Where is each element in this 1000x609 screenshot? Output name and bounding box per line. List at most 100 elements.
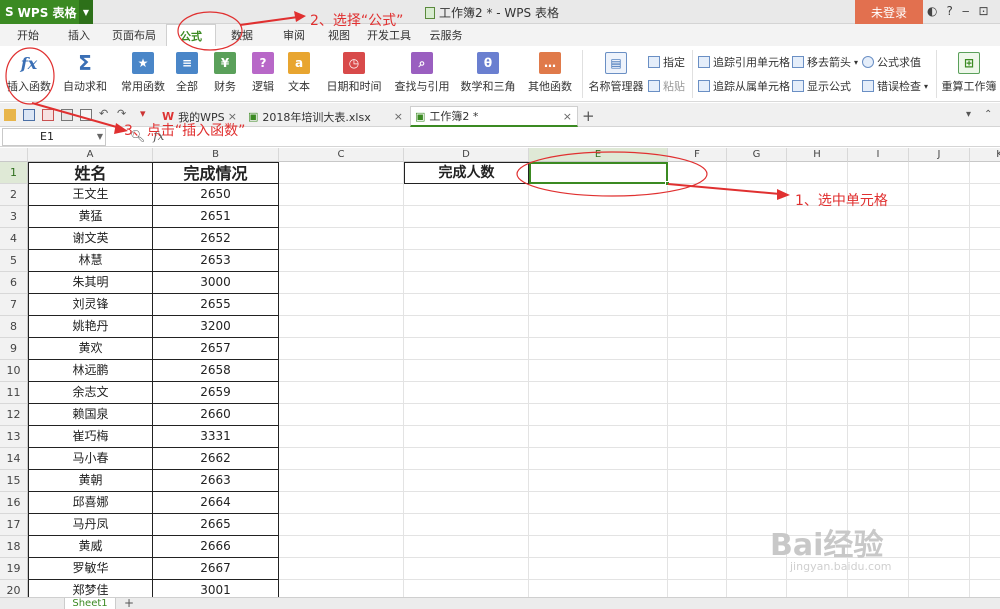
cell[interactable]	[848, 316, 909, 338]
cell[interactable]	[909, 382, 970, 404]
cell[interactable]	[787, 470, 848, 492]
value-cell[interactable]: 2658	[153, 360, 279, 382]
column-header-i[interactable]: I	[848, 148, 909, 162]
value-cell[interactable]: 2662	[153, 448, 279, 470]
name-cell[interactable]: 邱喜娜	[28, 492, 153, 514]
cell[interactable]	[404, 228, 529, 250]
cell[interactable]	[727, 382, 787, 404]
error-check-button[interactable]: 错误检查 ▾	[862, 78, 928, 94]
define-name-button[interactable]: 指定	[648, 54, 685, 70]
name-cell[interactable]: 罗敏华	[28, 558, 153, 580]
value-cell[interactable]: 2666	[153, 536, 279, 558]
cell[interactable]	[279, 162, 404, 184]
cell[interactable]	[279, 426, 404, 448]
cell[interactable]	[787, 162, 848, 184]
column-header-g[interactable]: G	[727, 148, 787, 162]
cell[interactable]	[787, 272, 848, 294]
cell[interactable]	[529, 316, 668, 338]
row-header-15[interactable]: 15	[0, 470, 28, 492]
paste-name-button[interactable]: 粘贴	[648, 78, 685, 94]
recalc-button[interactable]: ⊞ 重算工作簿	[940, 46, 998, 102]
cell[interactable]	[909, 470, 970, 492]
cell[interactable]	[909, 272, 970, 294]
cell[interactable]	[727, 470, 787, 492]
cell[interactable]	[668, 162, 727, 184]
cell[interactable]	[529, 558, 668, 580]
cell[interactable]	[909, 228, 970, 250]
cell[interactable]	[668, 514, 727, 536]
cell[interactable]	[970, 492, 1000, 514]
value-cell[interactable]: 3000	[153, 272, 279, 294]
cell[interactable]	[909, 536, 970, 558]
cell[interactable]	[970, 184, 1000, 206]
cell[interactable]	[279, 404, 404, 426]
cell[interactable]	[279, 206, 404, 228]
cell[interactable]	[970, 162, 1000, 184]
cell[interactable]	[529, 228, 668, 250]
cell[interactable]	[279, 250, 404, 272]
cell[interactable]	[404, 316, 529, 338]
cell[interactable]	[909, 162, 970, 184]
value-cell[interactable]: 2667	[153, 558, 279, 580]
tab-menu-icon[interactable]: ▾	[966, 109, 978, 121]
column-header-k[interactable]: K	[970, 148, 1000, 162]
cell[interactable]	[727, 492, 787, 514]
cell[interactable]	[279, 514, 404, 536]
cell[interactable]	[787, 382, 848, 404]
cell[interactable]	[279, 294, 404, 316]
value-cell[interactable]: 2650	[153, 184, 279, 206]
cell[interactable]	[668, 580, 727, 597]
cell[interactable]	[279, 536, 404, 558]
value-cell[interactable]: 2653	[153, 250, 279, 272]
sheet-tab-sheet1[interactable]: Sheet1	[64, 598, 116, 609]
cell[interactable]	[727, 580, 787, 597]
cell[interactable]	[909, 184, 970, 206]
cell[interactable]	[787, 426, 848, 448]
row-header-9[interactable]: 9	[0, 338, 28, 360]
column-header-e[interactable]: E	[529, 148, 668, 162]
cell[interactable]	[848, 426, 909, 448]
cell[interactable]	[909, 580, 970, 597]
cell[interactable]	[727, 184, 787, 206]
name-cell[interactable]: 朱其明	[28, 272, 153, 294]
cell[interactable]	[404, 448, 529, 470]
cell[interactable]	[279, 448, 404, 470]
cell[interactable]	[970, 514, 1000, 536]
lookup-functions-button[interactable]: ⌕ 查找与引用	[390, 46, 454, 102]
cell[interactable]	[529, 360, 668, 382]
print-icon[interactable]	[61, 109, 73, 121]
cell[interactable]	[727, 250, 787, 272]
cell[interactable]	[668, 492, 727, 514]
cell[interactable]	[529, 514, 668, 536]
row-header-2[interactable]: 2	[0, 184, 28, 206]
cell[interactable]	[529, 536, 668, 558]
preview-icon[interactable]	[80, 109, 92, 121]
cell[interactable]	[970, 404, 1000, 426]
cell[interactable]	[668, 404, 727, 426]
column-header-h[interactable]: H	[787, 148, 848, 162]
selected-cell-e1[interactable]	[529, 162, 670, 186]
row-header-11[interactable]: 11	[0, 382, 28, 404]
tab-home[interactable]: 开始	[0, 24, 56, 46]
cell[interactable]	[970, 448, 1000, 470]
close-icon[interactable]: ×	[394, 110, 403, 123]
cell[interactable]	[727, 272, 787, 294]
table-header-status[interactable]: 完成情况	[153, 162, 279, 184]
value-cell[interactable]: 2651	[153, 206, 279, 228]
row-header-8[interactable]: 8	[0, 316, 28, 338]
cell[interactable]	[727, 206, 787, 228]
cell[interactable]	[529, 294, 668, 316]
cell[interactable]	[279, 360, 404, 382]
cell[interactable]	[848, 470, 909, 492]
cell[interactable]	[970, 228, 1000, 250]
tab-data[interactable]: 数据	[216, 24, 268, 46]
cell[interactable]	[529, 184, 668, 206]
name-cell[interactable]: 林远鹏	[28, 360, 153, 382]
cell[interactable]	[668, 272, 727, 294]
value-cell[interactable]: 2663	[153, 470, 279, 492]
autosum-button[interactable]: Σ 自动求和	[60, 46, 110, 102]
tab-formulas[interactable]: 公式	[166, 24, 216, 46]
chevron-down-icon[interactable]: ▼	[79, 0, 93, 24]
value-cell[interactable]: 2657	[153, 338, 279, 360]
row-header-4[interactable]: 4	[0, 228, 28, 250]
